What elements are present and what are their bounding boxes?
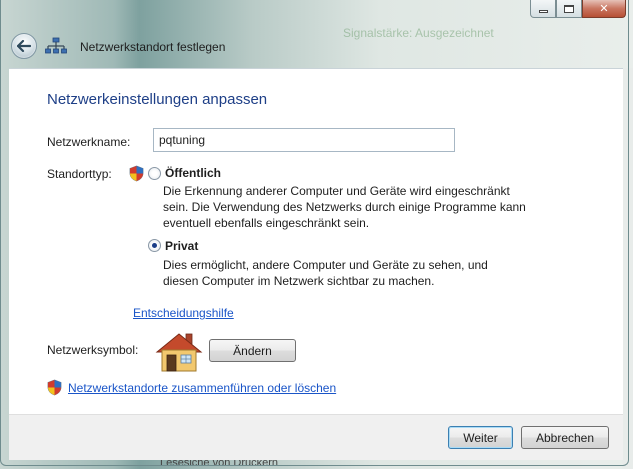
change-symbol-button[interactable]: Ändern [209,339,296,362]
network-symbol-label: Netzwerksymbol: [47,343,139,357]
network-name-input[interactable] [153,128,455,152]
network-name-label: Netzwerkname: [47,135,131,149]
back-arrow-icon [17,40,31,52]
next-button[interactable]: Weiter [448,426,513,449]
network-icon [45,37,67,54]
private-option-title: Privat [165,239,199,253]
close-icon: ✕ [599,3,609,15]
uac-shield-icon [47,379,62,396]
public-desc-line: sein. Die Verwendung des Netzwerks durch… [163,200,526,214]
dialog-footer: Weiter Abbrechen [9,414,623,460]
private-desc-line: Dies ermöglicht, andere Computer und Ger… [163,258,488,272]
private-option-description: Dies ermöglicht, andere Computer und Ger… [163,257,488,289]
house-icon [155,333,203,372]
minimize-icon [538,10,548,13]
minimize-button[interactable] [530,0,556,18]
location-type-label: Standorttyp: [47,167,112,181]
merge-delete-locations-link[interactable]: Netzwerkstandorte zusammenführen oder lö… [68,381,336,395]
close-button[interactable]: ✕ [582,0,626,18]
title-bar: ✕ Netzwerkstandort festlegen [1,0,630,68]
dialog-window: ✕ Netzwerkstandort festlegen Netzwerkein… [0,0,629,466]
back-button[interactable] [11,33,37,59]
content-pane: Netzwerkeinstellungen anpassen Netzwerkn… [9,68,623,414]
public-option-description: Die Erkennung anderer Computer und Gerät… [163,183,526,231]
page-heading: Netzwerkeinstellungen anpassen [47,91,268,108]
maximize-icon [564,4,574,13]
maximize-button[interactable] [556,0,582,18]
private-radio[interactable] [148,239,161,252]
public-desc-line: Die Erkennung anderer Computer und Gerät… [163,184,510,198]
cancel-button[interactable]: Abbrechen [521,426,609,449]
decision-help-link[interactable]: Entscheidungshilfe [133,306,234,320]
public-desc-line: eventuell ebenfalls eingeschränkt sein. [163,216,370,230]
private-desc-line: diesen Computer im Netzwerk sichtbar zu … [163,274,435,288]
window-title: Netzwerkstandort festlegen [80,40,226,54]
public-radio[interactable] [148,167,161,180]
public-option-title: Öffentlich [165,166,221,180]
uac-shield-icon [129,165,144,182]
